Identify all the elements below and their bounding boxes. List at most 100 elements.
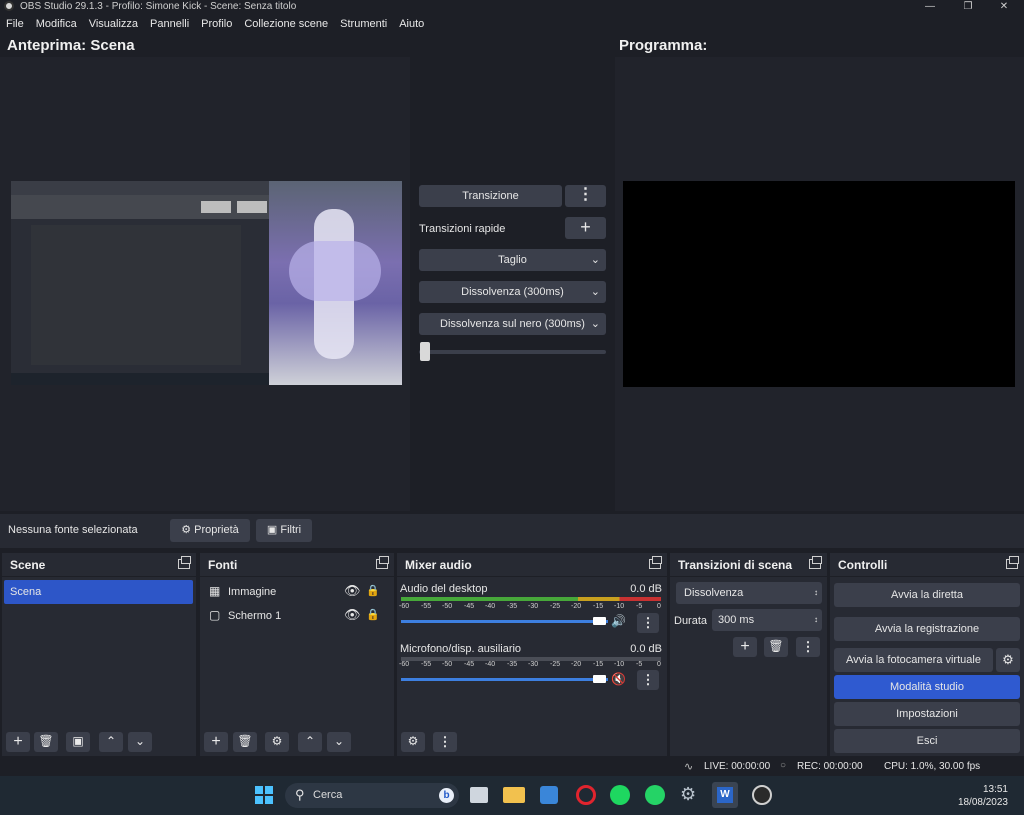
menu-view[interactable]: Visualizza bbox=[89, 18, 138, 30]
store-icon[interactable] bbox=[540, 786, 558, 804]
move-up-icon[interactable]: ⌃ bbox=[99, 732, 123, 752]
source-item[interactable]: ▦ Immagine 👁 🔒 bbox=[200, 581, 394, 603]
controls-panel: Controlli Avvia la diretta Avvia la regi… bbox=[830, 553, 1024, 756]
rec-status: REC: 00:00:00 bbox=[797, 761, 863, 772]
quick-transition-dissolvenza-nero[interactable]: Dissolvenza sul nero (300ms) ⌄ bbox=[419, 313, 606, 335]
menu-edit[interactable]: Modifica bbox=[36, 18, 77, 30]
settings-app-icon[interactable]: ⚙ bbox=[680, 784, 696, 805]
task-view-icon[interactable] bbox=[470, 787, 488, 803]
quick-transition-dissolvenza[interactable]: Dissolvenza (300ms) ⌄ bbox=[419, 281, 606, 303]
chevron-down-icon: ⌄ bbox=[590, 286, 600, 298]
volume-slider-handle[interactable] bbox=[593, 675, 606, 683]
menu-tools[interactable]: Strumenti bbox=[340, 18, 387, 30]
trash-icon[interactable]: 🗑 bbox=[764, 637, 788, 657]
move-down-icon[interactable]: ⌄ bbox=[128, 732, 152, 752]
menu-bar: File Modifica Visualizza Pannelli Profil… bbox=[0, 14, 1024, 34]
volume-slider-track[interactable] bbox=[401, 620, 608, 623]
mixer-title: Mixer audio bbox=[405, 558, 472, 572]
undock-icon[interactable] bbox=[376, 556, 389, 569]
opera-icon[interactable] bbox=[576, 785, 596, 805]
status-bar: ∿ LIVE: 00:00:00 ○ REC: 00:00:00 CPU: 1.… bbox=[0, 758, 1024, 776]
filters-button[interactable]: ▣ Filtri bbox=[256, 519, 312, 542]
mixer-menu-button[interactable]: ⋮ bbox=[433, 732, 457, 752]
scene-filters-icon[interactable]: ▣ bbox=[66, 732, 90, 752]
bing-icon: b bbox=[439, 788, 454, 803]
duration-spinbox[interactable]: 300 ms ↕ bbox=[712, 609, 822, 631]
move-up-icon[interactable]: ⌃ bbox=[298, 732, 322, 752]
file-explorer-icon[interactable] bbox=[503, 787, 525, 803]
channel-menu-button[interactable]: ⋮ bbox=[637, 613, 659, 633]
scene-item-label: Scena bbox=[10, 586, 42, 598]
spotify-icon[interactable] bbox=[610, 785, 630, 805]
obs-taskbar-icon[interactable] bbox=[752, 785, 772, 805]
studio-mode-button[interactable]: Modalità studio bbox=[834, 675, 1020, 699]
start-streaming-button[interactable]: Avvia la diretta bbox=[834, 583, 1020, 607]
clock-date[interactable]: 18/08/2023 bbox=[948, 797, 1008, 808]
start-recording-button[interactable]: Avvia la registrazione bbox=[834, 617, 1020, 641]
menu-help[interactable]: Aiuto bbox=[399, 18, 424, 30]
lock-icon[interactable]: 🔒 bbox=[366, 584, 380, 597]
menu-scene-collection[interactable]: Collezione scene bbox=[244, 18, 328, 30]
channel-menu-button[interactable]: ⋮ bbox=[637, 670, 659, 690]
speaker-muted-icon[interactable]: 🔇 bbox=[611, 672, 626, 686]
virtual-camera-settings-gear-icon[interactable]: ⚙ bbox=[996, 648, 1020, 672]
menu-docks[interactable]: Pannelli bbox=[150, 18, 189, 30]
program-area bbox=[615, 57, 1024, 511]
preview-area[interactable] bbox=[0, 57, 410, 511]
meter-tick-label: -40 bbox=[485, 603, 496, 610]
transition-menu-button[interactable]: ⋮ bbox=[565, 185, 606, 207]
move-down-icon[interactable]: ⌄ bbox=[327, 732, 351, 752]
volume-slider-track[interactable] bbox=[401, 678, 608, 681]
transition-button[interactable]: Transizione bbox=[419, 185, 562, 207]
close-button[interactable]: ✕ bbox=[990, 0, 1018, 13]
settings-button[interactable]: Impostazioni bbox=[834, 702, 1020, 726]
minimize-button[interactable]: — bbox=[916, 0, 944, 13]
lock-icon[interactable]: 🔒 bbox=[366, 608, 380, 621]
add-source-button[interactable]: + bbox=[204, 732, 228, 752]
menu-profile[interactable]: Profilo bbox=[201, 18, 232, 30]
source-status: Nessuna fonte selezionata bbox=[8, 524, 138, 536]
trash-icon[interactable]: 🗑 bbox=[233, 732, 257, 752]
source-item-label: Immagine bbox=[228, 586, 277, 598]
menu-file[interactable]: File bbox=[6, 18, 24, 30]
channel-db: 0.0 dB bbox=[630, 583, 662, 595]
transition-slider-handle[interactable] bbox=[420, 342, 430, 361]
trash-icon[interactable]: 🗑 bbox=[34, 732, 58, 752]
transition-select[interactable]: Dissolvenza ↕ bbox=[676, 582, 822, 604]
undock-icon[interactable] bbox=[1006, 556, 1019, 569]
taskbar-search[interactable]: ⚲ Cerca b bbox=[285, 783, 459, 808]
meter-tick-label: -40 bbox=[485, 661, 496, 668]
source-settings-gear-icon[interactable]: ⚙ bbox=[265, 732, 289, 752]
volume-slider-handle[interactable] bbox=[593, 617, 606, 625]
maximize-button[interactable]: ❐ bbox=[954, 0, 982, 13]
mixer-settings-gear-icon[interactable]: ⚙ bbox=[401, 732, 425, 752]
properties-button[interactable]: ⚙ Proprietà bbox=[170, 519, 250, 542]
add-scene-button[interactable]: + bbox=[6, 732, 30, 752]
whatsapp-icon[interactable] bbox=[645, 785, 665, 805]
quick-transition-taglio[interactable]: Taglio ⌄ bbox=[419, 249, 606, 271]
volume-meter bbox=[401, 597, 661, 601]
clock-time[interactable]: 13:51 bbox=[958, 784, 1008, 795]
source-item[interactable]: ▢ Schermo 1 👁 🔒 bbox=[200, 605, 394, 627]
gear-icon: ⚙ bbox=[181, 524, 192, 536]
start-virtual-camera-button[interactable]: Avvia la fotocamera virtuale bbox=[834, 648, 993, 672]
spin-arrows-icon[interactable]: ↕ bbox=[814, 609, 818, 631]
undock-icon[interactable] bbox=[649, 556, 662, 569]
eye-icon[interactable]: 👁 bbox=[344, 607, 361, 623]
source-toolbar: Nessuna fonte selezionata ⚙ Proprietà ▣ … bbox=[0, 514, 1024, 548]
undock-icon[interactable] bbox=[809, 556, 822, 569]
transition-slider-track[interactable] bbox=[419, 350, 606, 354]
add-transition-button[interactable]: + bbox=[733, 637, 757, 657]
scene-item[interactable]: Scena bbox=[4, 580, 193, 604]
meter-tick-label: -15 bbox=[593, 661, 604, 668]
chevron-down-icon: ⌄ bbox=[590, 318, 600, 330]
windows-start-icon[interactable] bbox=[255, 786, 273, 804]
transition-menu-button[interactable]: ⋮ bbox=[796, 637, 820, 657]
exit-button[interactable]: Esci bbox=[834, 729, 1020, 753]
undock-icon[interactable] bbox=[178, 556, 191, 569]
add-quick-transition-button[interactable]: + bbox=[565, 217, 606, 239]
eye-icon[interactable]: 👁 bbox=[344, 583, 361, 599]
word-icon[interactable]: W bbox=[712, 782, 738, 808]
preview-heading: Anteprima: Scena bbox=[7, 37, 135, 54]
speaker-icon[interactable]: 🔊 bbox=[611, 614, 626, 628]
